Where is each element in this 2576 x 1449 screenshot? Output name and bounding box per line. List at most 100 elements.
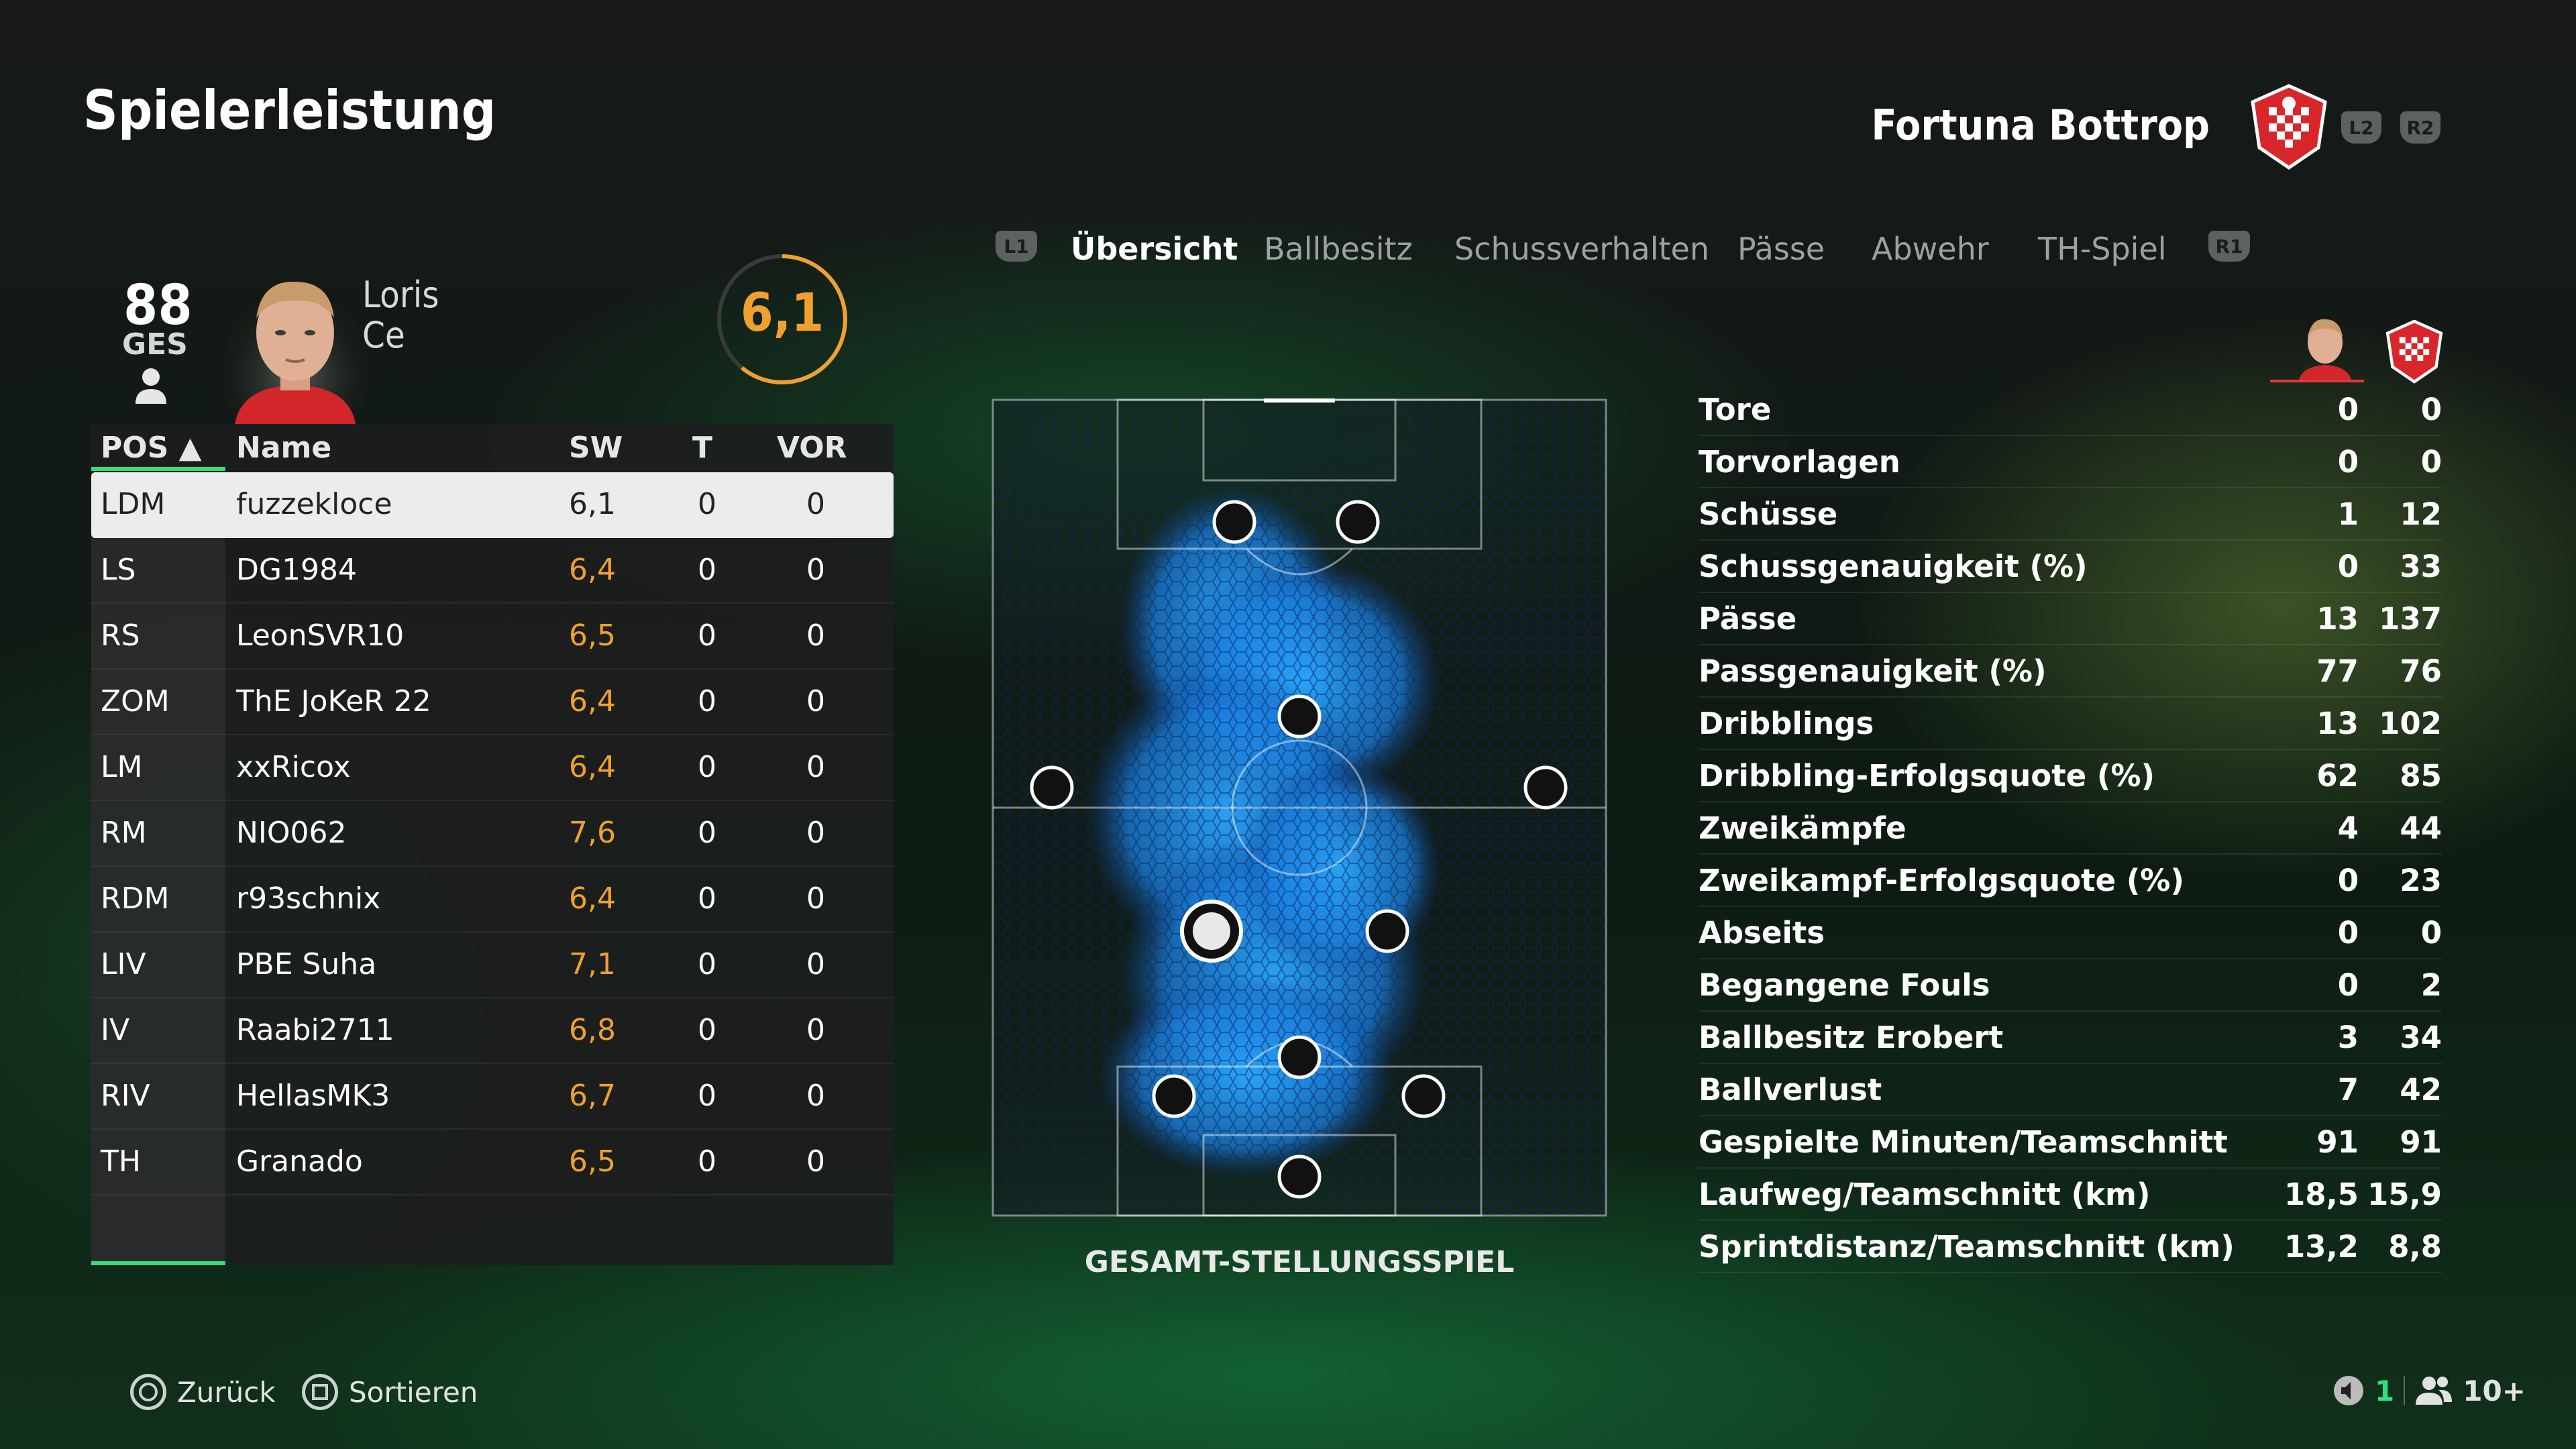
stat-player-value: 0 xyxy=(2337,444,2359,480)
stat-row: Gespielte Minuten/Teamschnitt 91 91 xyxy=(1699,1115,2442,1169)
l2-button[interactable]: L2 xyxy=(2341,111,2381,144)
table-row[interactable]: TH Granado 6,5 0 0 xyxy=(91,1130,894,1195)
player-goals-cell: 0 xyxy=(698,1013,716,1047)
player-rating-cell: 6,1 xyxy=(569,487,616,521)
stat-player-value: 0 xyxy=(2337,967,2359,1003)
r2-button[interactable]: R2 xyxy=(2400,111,2440,144)
stat-row: Zweikampf-Erfolgsquote (%) 0 23 xyxy=(1699,853,2442,907)
square-button-icon xyxy=(302,1374,338,1410)
table-row[interactable]: ZOM ThE JoKeR 22 6,4 0 0 xyxy=(91,669,894,735)
player-assists-cell: 0 xyxy=(806,619,825,653)
player-rating-cell: 7,1 xyxy=(569,947,616,981)
stat-row: Schussgenauigkeit (%) 0 33 xyxy=(1699,539,2442,593)
player-name-cell: NIO062 xyxy=(236,816,347,850)
stat-row: Laufweg/Teamschnitt (km) 18,5 15,9 xyxy=(1699,1167,2442,1221)
stat-team-value: 0 xyxy=(2420,392,2442,427)
marker-rm xyxy=(1523,765,1568,810)
stat-player-value: 4 xyxy=(2337,810,2359,846)
person-icon xyxy=(133,366,169,405)
table-row[interactable]: RDM r93schnix 6,4 0 0 xyxy=(91,867,894,932)
tab-abwehr[interactable]: Abwehr xyxy=(1872,231,1989,267)
marker-rs xyxy=(1336,500,1380,544)
tab-schussverhalten[interactable]: Schussverhalten xyxy=(1454,231,1709,267)
player-goals-cell: 0 xyxy=(698,487,716,521)
table-row[interactable]: RS LeonSVR10 6,5 0 0 xyxy=(91,604,894,669)
player-goals-cell: 0 xyxy=(698,553,716,587)
player-assists-cell: 0 xyxy=(806,816,825,850)
tab-th-spiel[interactable]: TH-Spiel xyxy=(2038,231,2167,267)
stat-team-value: 102 xyxy=(2379,706,2442,741)
stat-player-value: 13 xyxy=(2316,706,2359,741)
back-hint[interactable]: Zurück xyxy=(130,1374,276,1410)
stat-label: Ballbesitz Erobert xyxy=(1699,1020,2004,1055)
r1-button[interactable]: R1 xyxy=(2208,231,2250,262)
player-position: IV xyxy=(101,1013,130,1047)
page-title: Spielerleistung xyxy=(83,79,496,142)
stat-label: Zweikämpfe xyxy=(1699,810,1907,846)
player-position: RDM xyxy=(101,881,170,916)
col-name-header[interactable]: Name xyxy=(236,431,331,465)
tab-paesse[interactable]: Pässe xyxy=(1737,231,1825,267)
player-assists-cell: 0 xyxy=(806,750,825,784)
stat-team-value: 33 xyxy=(2400,549,2442,584)
player-rating-cell: 6,4 xyxy=(569,881,616,916)
table-row[interactable]: LS DG1984 6,4 0 0 xyxy=(91,538,894,604)
col-sw-header[interactable]: SW xyxy=(569,431,623,465)
player-assists-cell: 0 xyxy=(806,684,825,718)
team-crest-icon xyxy=(2249,83,2329,170)
player-assists-cell: 0 xyxy=(806,487,825,521)
player-name-cell: Granado xyxy=(236,1144,363,1179)
player-position: LM xyxy=(101,750,143,784)
player-rating-cell: 6,8 xyxy=(569,1013,616,1047)
player-assists-cell: 0 xyxy=(806,553,825,587)
player-position: LDM xyxy=(101,487,166,521)
player-assists-cell: 0 xyxy=(806,1144,825,1179)
player-portrait xyxy=(221,266,369,424)
stat-player-value: 0 xyxy=(2337,863,2359,898)
sort-hint[interactable]: Sortieren xyxy=(302,1374,478,1410)
marker-zom xyxy=(1277,694,1322,739)
table-bottom-underline xyxy=(91,1261,225,1265)
marker-ls xyxy=(1212,500,1256,544)
player-name-cell: r93schnix xyxy=(236,881,381,916)
col-pos-header[interactable]: POS ▲ xyxy=(101,431,202,465)
footer-divider xyxy=(2404,1376,2406,1405)
player-position: TH xyxy=(101,1144,141,1179)
player-first-name: Loris xyxy=(362,274,439,316)
tab-uebersicht[interactable]: Übersicht xyxy=(1071,231,1238,267)
stat-team-value: 34 xyxy=(2400,1020,2442,1055)
speaker-icon xyxy=(2334,1376,2363,1405)
table-row[interactable]: RM NIO062 7,6 0 0 xyxy=(91,801,894,867)
l1-button[interactable]: L1 xyxy=(996,231,1037,262)
player-assists-cell: 0 xyxy=(806,1079,825,1113)
table-row[interactable]: LDM fuzzekloce 6,1 0 0 xyxy=(91,472,894,538)
player-rating-cell: 6,4 xyxy=(569,684,616,718)
player-goals-cell: 0 xyxy=(698,816,716,850)
table-row[interactable]: LM xxRicox 6,4 0 0 xyxy=(91,735,894,801)
position-heatmap xyxy=(991,398,1607,1217)
player-position: LS xyxy=(101,553,136,587)
stat-row: Torvorlagen 0 0 xyxy=(1699,435,2442,488)
match-rating: 6,1 xyxy=(715,252,849,386)
stat-row: Ballverlust 7 42 xyxy=(1699,1063,2442,1116)
stat-label: Zweikampf-Erfolgsquote (%) xyxy=(1699,863,2184,898)
player-last-name: Ce xyxy=(362,314,405,356)
player-goals-cell: 0 xyxy=(698,1079,716,1113)
table-row[interactable]: RIV HellasMK3 6,7 0 0 xyxy=(91,1064,894,1130)
player-mini-portrait xyxy=(2293,311,2357,382)
tab-ballbesitz[interactable]: Ballbesitz xyxy=(1264,231,1413,267)
col-t-header[interactable]: T xyxy=(692,431,712,465)
stat-team-value: 76 xyxy=(2400,653,2442,689)
team-mini-crest-icon xyxy=(2384,319,2445,384)
table-row[interactable]: LIV PBE Suha 7,1 0 0 xyxy=(91,932,894,998)
col-vor-header[interactable]: VOR xyxy=(777,431,847,465)
table-row[interactable]: IV Raabi2711 6,8 0 0 xyxy=(91,998,894,1064)
stat-player-value: 1 xyxy=(2337,496,2359,532)
player-rating-cell: 6,7 xyxy=(569,1079,616,1113)
stat-player-value: 18,5 xyxy=(2284,1177,2359,1212)
marker-ldm-center xyxy=(1193,912,1230,950)
stat-label: Tore xyxy=(1699,392,1772,427)
player-goals-cell: 0 xyxy=(698,1144,716,1179)
sort-indicator-underline xyxy=(91,467,225,471)
stat-team-value: 12 xyxy=(2400,496,2442,532)
